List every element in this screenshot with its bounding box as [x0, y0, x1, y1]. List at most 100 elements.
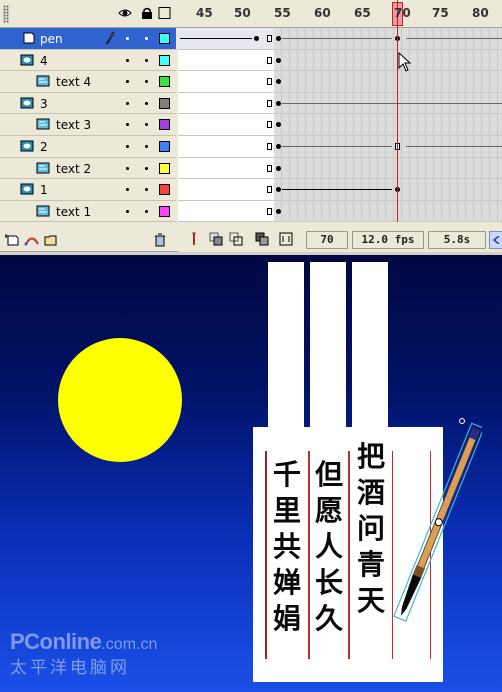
mask-strip	[310, 262, 346, 431]
frame-row	[178, 114, 502, 136]
ruler-label: 45	[196, 6, 213, 20]
visibility-dot[interactable]	[126, 37, 129, 40]
frames-grid[interactable]	[178, 28, 502, 223]
masked-layer-icon	[36, 162, 50, 174]
ruler-label: 75	[432, 6, 449, 20]
visibility-dot[interactable]	[126, 101, 129, 105]
visibility-dot[interactable]	[126, 58, 129, 62]
edit-multiple-frames-icon[interactable]	[254, 231, 270, 247]
mask-strip	[352, 262, 388, 431]
frame-row	[178, 71, 502, 93]
lock-dot[interactable]	[145, 101, 148, 105]
visibility-dot[interactable]	[126, 80, 129, 84]
mask-icon	[20, 97, 34, 109]
masked-layer-icon	[36, 205, 50, 217]
layer-name: text 4	[56, 75, 92, 90]
ruler-label: 80	[472, 6, 489, 20]
pencil-icon	[105, 31, 115, 45]
chevron-left-icon	[493, 236, 500, 244]
mask-strip	[268, 262, 304, 431]
mask-icon	[20, 54, 34, 66]
layer-color-box[interactable]	[159, 119, 170, 131]
layer-row-2[interactable]: 2	[0, 135, 176, 158]
visibility-dot[interactable]	[126, 166, 129, 170]
layer-name: 2	[40, 139, 48, 154]
frame-row	[178, 200, 502, 223]
frame-row	[178, 179, 502, 201]
current-frame-field: 70	[306, 231, 348, 249]
cursor-arrow-icon	[398, 52, 412, 72]
poem-column-1: 把酒问青天	[356, 440, 385, 617]
visibility-dot[interactable]	[126, 209, 129, 213]
layer-color-box[interactable]	[159, 54, 170, 66]
watermark-cn: 太平洋电脑网	[10, 658, 130, 678]
modify-onion-markers-icon[interactable]	[278, 231, 294, 247]
layer-row-3[interactable]: 3	[0, 92, 176, 115]
ruler-label: 55	[274, 6, 291, 20]
timeline-panel: pen 4 text 4 3 text 3 2 text 2 1 text 1 …	[0, 0, 502, 252]
moon	[58, 338, 182, 462]
stage-canvas[interactable]: 千里共婵娟 但愿人长久 把酒问青天 PConline.com.cn 太平洋电脑网	[0, 252, 502, 692]
ruler-label: 60	[314, 6, 331, 20]
frame-row	[178, 92, 502, 115]
visibility-dot[interactable]	[126, 144, 129, 148]
layer-color-box[interactable]	[159, 184, 170, 196]
frame-row	[178, 135, 502, 158]
layer-color-box[interactable]	[159, 76, 170, 88]
layer-row-text-3[interactable]: text 3	[0, 114, 176, 136]
layer-color-box[interactable]	[159, 33, 170, 44]
lock-dot[interactable]	[145, 209, 148, 213]
layer-name: pen	[40, 32, 63, 46]
lock-dot[interactable]	[145, 123, 148, 127]
scroll-left-button[interactable]	[489, 231, 502, 249]
layer-list: pen 4 text 4 3 text 3 2 text 2 1 text 1	[0, 28, 176, 223]
visibility-dot[interactable]	[126, 188, 129, 192]
eye-icon[interactable]	[118, 7, 132, 19]
layer-row-1[interactable]: 1	[0, 179, 176, 201]
onion-skin-outlines-icon[interactable]	[228, 231, 244, 247]
layer-row-text-2[interactable]: text 2	[0, 157, 176, 180]
insert-folder-icon[interactable]	[43, 233, 59, 247]
layer-name: text 1	[56, 204, 92, 219]
playhead-line	[397, 0, 398, 222]
page-layer-icon	[23, 32, 35, 44]
masked-layer-icon	[36, 75, 50, 87]
grip-handle[interactable]	[3, 5, 9, 23]
frame-row	[178, 49, 502, 72]
frame-row	[178, 28, 502, 50]
insert-layer-icon[interactable]	[5, 233, 21, 247]
layer-color-box[interactable]	[159, 162, 170, 174]
lock-dot[interactable]	[145, 188, 148, 192]
layer-color-box[interactable]	[159, 140, 170, 152]
trash-icon[interactable]	[152, 233, 168, 247]
poem-column-3: 千里共婵娟	[272, 458, 301, 635]
poem-column-2: 但愿人长久	[314, 458, 343, 635]
frame-ruler[interactable]: 45 50 55 60 65 70 75 80	[176, 0, 502, 28]
lock-dot[interactable]	[145, 58, 148, 62]
add-motion-guide-icon[interactable]	[24, 233, 40, 247]
center-frame-icon[interactable]	[186, 231, 202, 247]
layer-row-pen[interactable]: pen	[0, 28, 176, 50]
layer-name: 3	[40, 96, 48, 111]
layer-name: 1	[40, 183, 48, 198]
outline-icon[interactable]	[158, 7, 172, 19]
layer-row-text-4[interactable]: text 4	[0, 71, 176, 93]
ruler-label: 50	[234, 6, 251, 20]
lock-dot[interactable]	[145, 166, 148, 170]
layer-row-4[interactable]: 4	[0, 49, 176, 72]
lock-dot[interactable]	[145, 144, 148, 148]
masked-layer-icon	[36, 118, 50, 130]
layer-color-box[interactable]	[159, 205, 170, 217]
watermark-brand: PConline	[10, 629, 102, 654]
lock-dot[interactable]	[145, 80, 148, 84]
lock-icon[interactable]	[140, 7, 154, 19]
writing-brush	[393, 418, 482, 622]
lock-dot[interactable]	[145, 37, 148, 40]
layer-row-text-1[interactable]: text 1	[0, 200, 176, 223]
elapsed-time-field: 5.8s	[428, 231, 486, 249]
layer-color-box[interactable]	[159, 97, 170, 109]
visibility-dot[interactable]	[126, 123, 129, 127]
timeline-status-bar: 70 12.0 fps 5.8s	[178, 228, 502, 252]
frame-rate-field: 12.0 fps	[352, 231, 424, 249]
onion-skin-icon[interactable]	[208, 231, 224, 247]
